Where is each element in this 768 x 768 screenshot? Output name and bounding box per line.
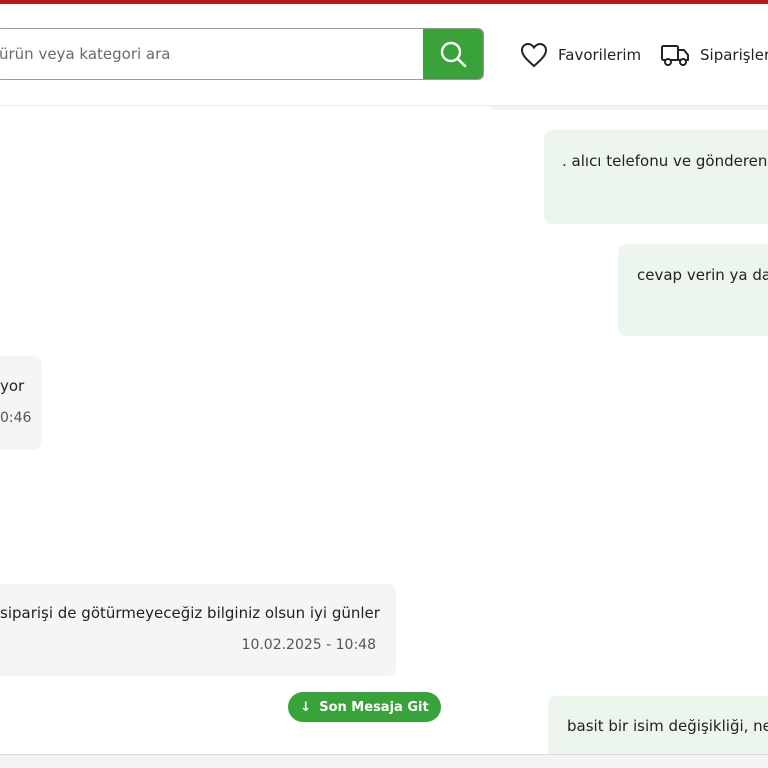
message-bubble-outgoing: cevap verin ya da <box>618 244 768 336</box>
message-text: yor <box>0 377 25 395</box>
message-text: siparişi de götürmeyeceğiz bilginiz olsu… <box>0 604 380 622</box>
heart-icon <box>520 42 548 68</box>
message-bubble-outgoing: . alıcı telefonu ve gönderen <box>544 130 768 224</box>
message-bubble-incoming: yor 0:46 <box>0 356 42 450</box>
message-timestamp: 10.02.2025 - 10:48 <box>241 637 376 653</box>
orders-label: Siparişler <box>700 46 768 64</box>
jump-to-latest-button[interactable]: ↓ Son Mesaja Git <box>288 692 441 722</box>
message-text: cevap verin ya da <box>637 266 768 284</box>
message-text: . alıcı telefonu ve gönderen <box>562 152 768 170</box>
favorites-link[interactable]: Favorilerim <box>520 40 641 70</box>
chat-thread[interactable]: . alıcı telefonu ve gönderen cevap verin… <box>0 106 768 754</box>
search-icon <box>440 41 467 68</box>
truck-icon <box>661 45 689 66</box>
message-bubble-incoming: siparişi de götürmeyeceğiz bilginiz olsu… <box>0 584 396 676</box>
message-composer-edge <box>0 754 768 768</box>
arrow-down-icon: ↓ <box>300 699 312 715</box>
site-header: Favorilerim Siparişler <box>0 4 768 105</box>
message-timestamp: 0:46 <box>0 410 32 426</box>
message-bubble-outgoing: basit bir isim değişikliği, ne <box>548 696 768 754</box>
orders-link[interactable]: Siparişler <box>660 40 768 70</box>
search-button[interactable] <box>423 29 483 79</box>
message-bubble-partial <box>488 106 768 110</box>
message-text: basit bir isim değişikliği, ne <box>567 717 768 735</box>
search-bar <box>0 28 484 80</box>
jump-to-latest-label: Son Mesaja Git <box>319 699 429 715</box>
favorites-label: Favorilerim <box>558 46 642 64</box>
search-input[interactable] <box>0 29 425 79</box>
